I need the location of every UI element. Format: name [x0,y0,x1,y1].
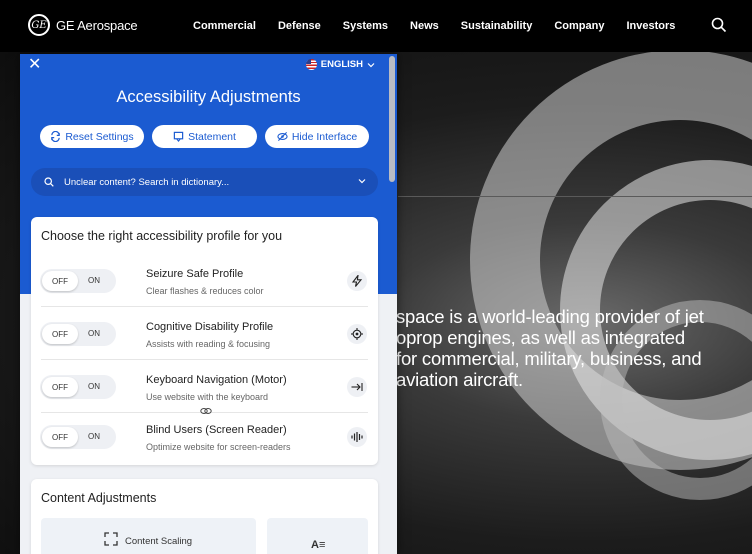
content-heading: Content Adjustments [41,491,157,505]
profile-subtitle: Assists with reading & focusing [146,339,271,349]
statement-label: Statement [188,130,236,143]
language-label: ENGLISH [320,59,363,70]
panel-scrollbar[interactable] [389,56,395,182]
brand-name[interactable]: GE Aerospace [56,18,138,33]
ge-logo-icon[interactable]: GE [28,14,50,36]
language-selector[interactable]: ENGLISH [305,59,375,70]
chevron-down-icon [367,62,375,67]
screen-reader-toggle[interactable]: OFF ON [40,425,116,449]
eye-slash-icon [277,131,288,142]
refresh-icon [51,131,61,142]
close-icon[interactable]: ✕ [28,57,44,73]
document-icon [173,131,184,142]
content-scaling-label: Content Scaling [125,536,193,547]
lightning-icon [347,271,367,291]
readable-font-tile[interactable]: A≡ [267,518,368,554]
toggle-on-label: ON [88,432,100,441]
top-navigation: GE GE Aerospace Commercial Defense Syste… [0,0,752,52]
audio-wave-icon [347,427,367,447]
hero-line: oprop engines, as well as integrated [396,327,685,348]
link-cursor-icon [200,408,212,414]
tab-arrow-icon [347,377,367,397]
toggle-off-label: OFF [42,377,78,397]
toggle-on-label: ON [88,382,100,391]
profile-subtitle: Clear flashes & reduces color [146,286,264,296]
profile-title: Keyboard Navigation (Motor) [146,374,287,386]
content-adjustments-card: Content Adjustments Content Scaling A≡ [31,479,378,554]
statement-button[interactable]: Statement [152,125,257,148]
nav-commercial[interactable]: Commercial [193,20,256,32]
reset-settings-button[interactable]: Reset Settings [40,125,144,148]
target-icon [347,324,367,344]
toggle-off-label: OFF [42,324,78,344]
keyboard-toggle[interactable]: OFF ON [40,375,116,399]
action-buttons: Reset Settings Statement Hide Interface [40,125,369,148]
hero-divider [398,196,752,197]
profile-row-cognitive: OFF ON Cognitive Disability Profile Assi… [31,308,378,360]
cognitive-toggle[interactable]: OFF ON [40,322,116,346]
chevron-down-icon[interactable] [358,177,366,185]
text-format-icon: A≡ [311,539,326,551]
hero-line: space is a world-leading provider of jet [396,306,704,327]
toggle-off-label: OFF [42,271,78,291]
expand-icon [104,532,118,546]
profile-title: Blind Users (Screen Reader) [146,424,287,436]
nav-defense[interactable]: Defense [278,20,321,32]
profiles-card: Choose the right accessibility profile f… [31,217,378,465]
profiles-heading: Choose the right accessibility profile f… [41,229,283,243]
toggle-on-label: ON [88,329,100,338]
nav-investors[interactable]: Investors [626,20,675,32]
content-scaling-tile[interactable]: Content Scaling [41,518,256,554]
hero-line: for commercial, military, business, and [396,348,702,369]
profile-title: Seizure Safe Profile [146,268,244,280]
search-icon [44,177,54,187]
accessibility-panel: ✕ ENGLISH Accessibility Adjustments Rese… [20,54,397,554]
profile-subtitle: Optimize website for screen-readers [146,442,291,452]
profile-row-seizure-safe: OFF ON Seizure Safe Profile Clear flashe… [31,255,378,307]
seizure-safe-toggle[interactable]: OFF ON [40,269,116,293]
nav-systems[interactable]: Systems [343,20,388,32]
row-divider [41,359,368,360]
row-divider [41,306,368,307]
profile-row-blind-users: OFF ON Blind Users (Screen Reader) Optim… [31,411,378,463]
main-nav: Commercial Defense Systems News Sustaina… [193,20,697,32]
dictionary-search[interactable]: Unclear content? Search in dictionary... [31,168,378,196]
dictionary-placeholder: Unclear content? Search in dictionary... [64,176,230,188]
hide-interface-button[interactable]: Hide Interface [265,125,369,148]
search-icon[interactable] [711,17,727,33]
nav-news[interactable]: News [410,20,439,32]
toggle-on-label: ON [88,276,100,285]
nav-sustainability[interactable]: Sustainability [461,20,533,32]
nav-company[interactable]: Company [554,20,604,32]
panel-title: Accessibility Adjustments [116,88,301,106]
reset-settings-label: Reset Settings [65,130,134,143]
hero-line: aviation aircraft. [396,369,523,390]
hero-text: space is a world-leading provider of jet… [396,306,752,390]
us-flag-icon [305,59,317,70]
toggle-off-label: OFF [42,427,78,447]
hide-interface-label: Hide Interface [291,130,358,143]
profile-subtitle: Use website with the keyboard [146,392,269,402]
profile-title: Cognitive Disability Profile [146,321,274,333]
